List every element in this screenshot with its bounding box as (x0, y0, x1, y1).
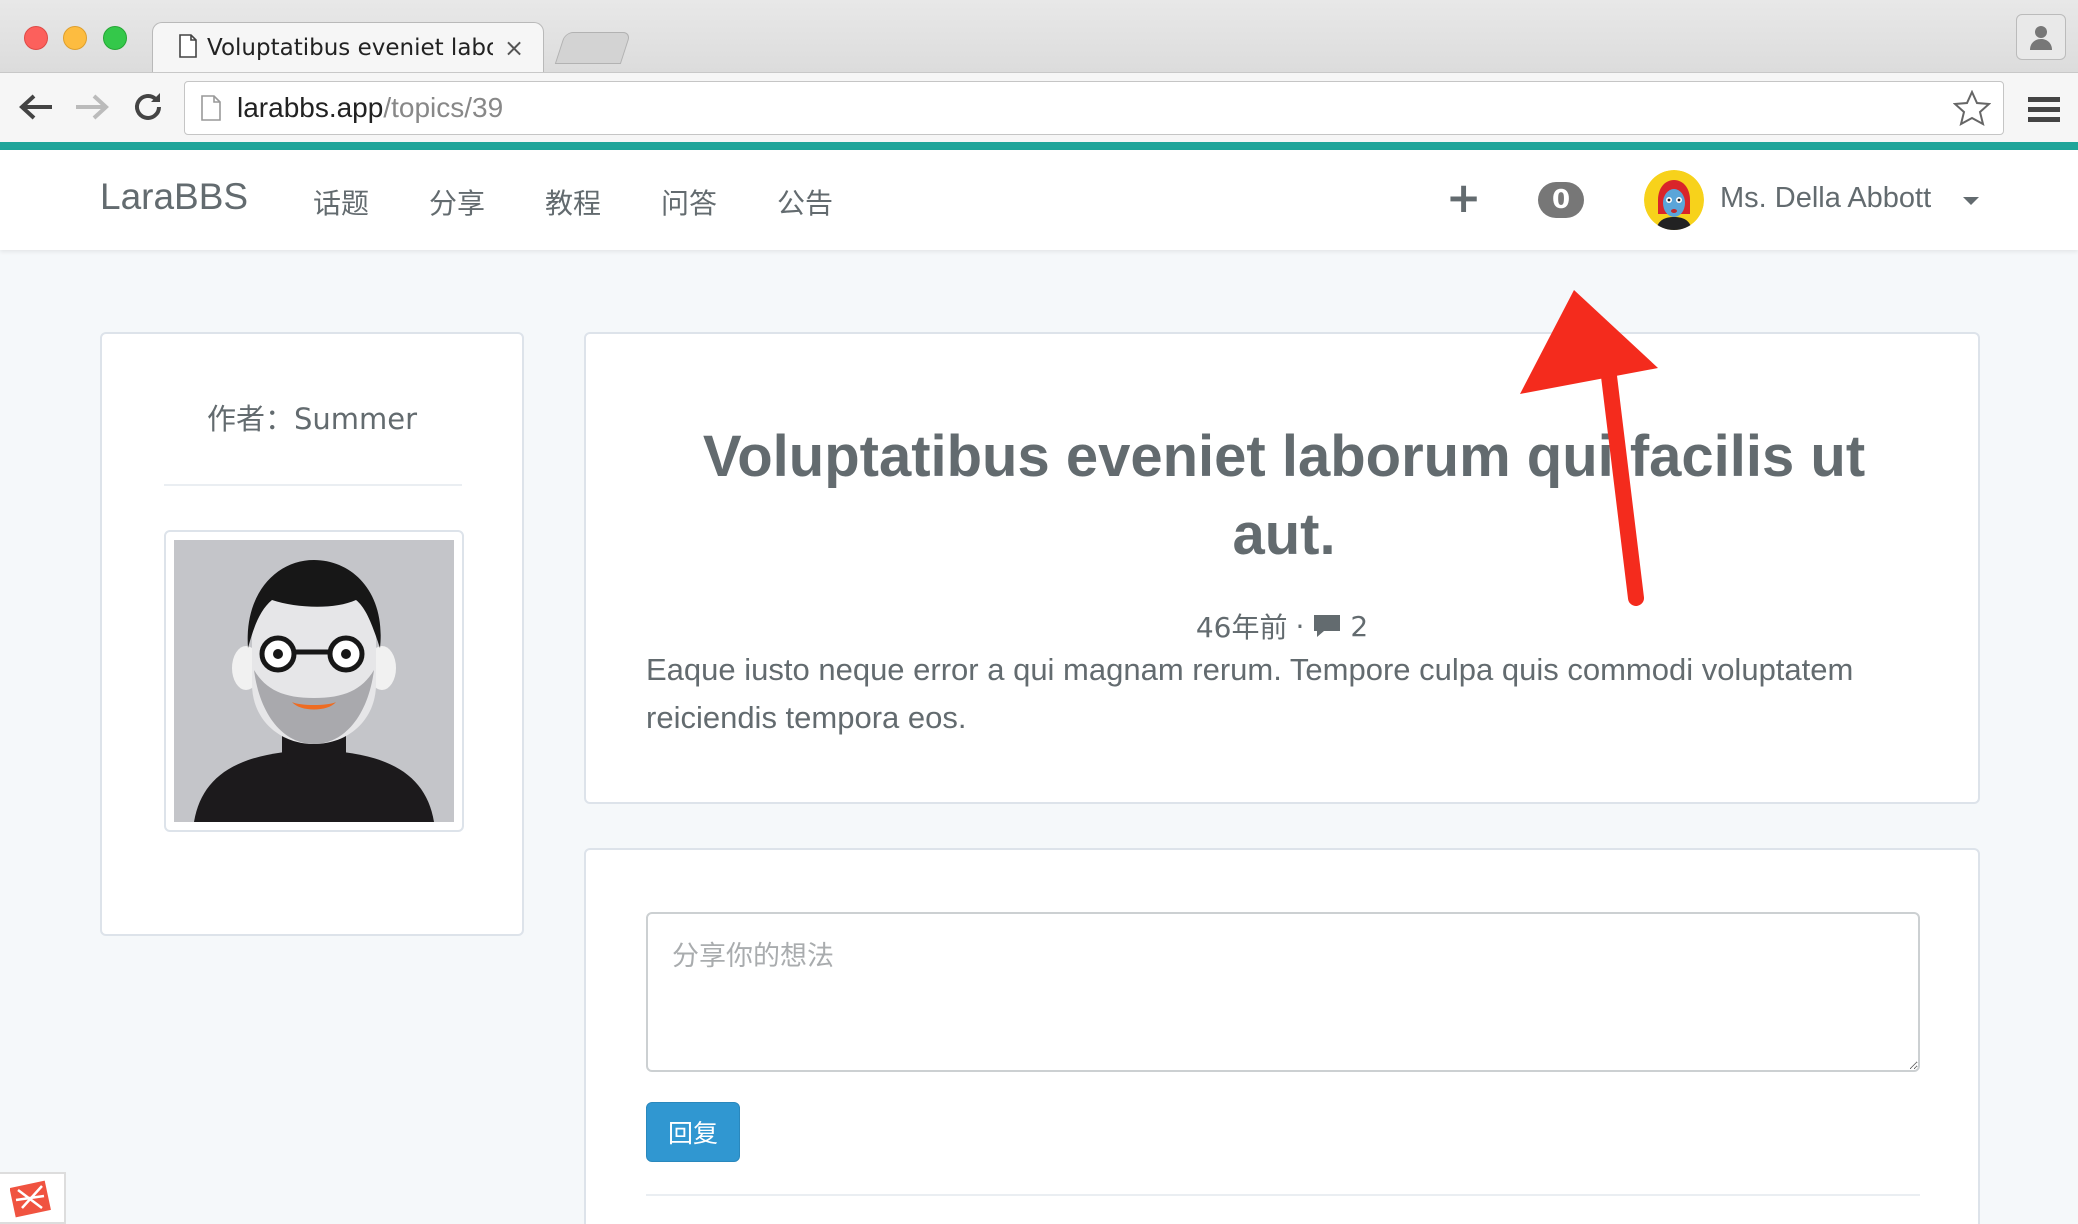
reply-count: 2 (1350, 609, 1369, 643)
browser-tab[interactable]: Voluptatibus eveniet laboru × (152, 22, 544, 72)
user-menu-toggle[interactable]: Ms. Della Abbott (1720, 182, 1931, 215)
forward-button[interactable] (70, 85, 114, 129)
brand-link[interactable]: LaraBBS (100, 176, 248, 218)
annotation-arrow (1520, 290, 1658, 606)
topic-title: Voluptatibus eveniet laborum qui facilis… (702, 424, 1866, 567)
topic-body: Eaque iusto neque error a qui magnam rer… (646, 652, 1854, 735)
back-button[interactable] (14, 85, 58, 129)
nav-link-qa[interactable]: 问答 (661, 182, 717, 222)
nav-link-announcements[interactable]: 公告 (777, 182, 833, 222)
reply-card: 回复 (584, 848, 1980, 1224)
reload-button[interactable] (126, 85, 170, 129)
new-tab-button[interactable] (554, 32, 632, 64)
browser-chrome: Voluptatibus eveniet laboru × larabbs.ap… (0, 0, 2078, 142)
maximize-window-button[interactable] (103, 26, 127, 50)
divider (164, 484, 462, 486)
close-tab-icon[interactable]: × (503, 34, 525, 62)
accent-bar (0, 142, 2078, 150)
comment-icon (1314, 615, 1341, 637)
nav-link-share[interactable]: 分享 (429, 182, 485, 222)
url-text: larabbs.app/topics/39 (237, 92, 504, 123)
author-card: 作者：Summer (100, 332, 524, 936)
person-icon (2030, 26, 2052, 50)
arrow-right-icon (76, 94, 109, 120)
meta-separator: · (1295, 609, 1305, 643)
hamburger-icon (2028, 97, 2060, 122)
reply-textarea[interactable] (646, 912, 1920, 1072)
reply-submit-button[interactable]: 回复 (646, 1102, 740, 1162)
app-navbar: LaraBBS 话题 分享 教程 问答 公告 + 0 Ms. Della Abb… (0, 150, 2078, 250)
topic-card: Voluptatibus eveniet laborum qui facilis… (584, 332, 1980, 804)
topic-meta: 46年前 · 2 (586, 606, 1978, 646)
laravel-logo-icon[interactable] (0, 1172, 66, 1224)
topic-time: 46年前 (1195, 611, 1288, 644)
bookmark-star-icon[interactable] (1952, 89, 1992, 130)
nav-link-tutorials[interactable]: 教程 (545, 182, 601, 222)
caret-down-icon[interactable] (1963, 197, 1979, 205)
address-bar[interactable]: larabbs.app/topics/39 (184, 81, 2004, 135)
tab-title: Voluptatibus eveniet laboru (207, 34, 493, 61)
browser-menu-button[interactable] (2024, 89, 2064, 129)
reload-icon (135, 93, 161, 120)
close-window-button[interactable] (24, 26, 48, 50)
divider (646, 1194, 1920, 1196)
tab-strip: Voluptatibus eveniet laboru × (0, 0, 2078, 72)
arrow-left-icon (19, 94, 52, 120)
profile-button[interactable] (2016, 14, 2066, 60)
author-name: 作者：Summer (206, 402, 418, 436)
create-topic-plus-icon[interactable]: + (1446, 177, 1481, 219)
user-avatar[interactable] (1644, 170, 1704, 230)
browser-toolbar: larabbs.app/topics/39 (0, 72, 2078, 142)
nav-link-topics[interactable]: 话题 (313, 182, 369, 222)
minimize-window-button[interactable] (63, 26, 87, 50)
page-icon (179, 33, 197, 62)
notification-badge[interactable]: 0 (1538, 182, 1584, 218)
page-icon (201, 95, 221, 121)
author-avatar[interactable] (164, 530, 464, 832)
